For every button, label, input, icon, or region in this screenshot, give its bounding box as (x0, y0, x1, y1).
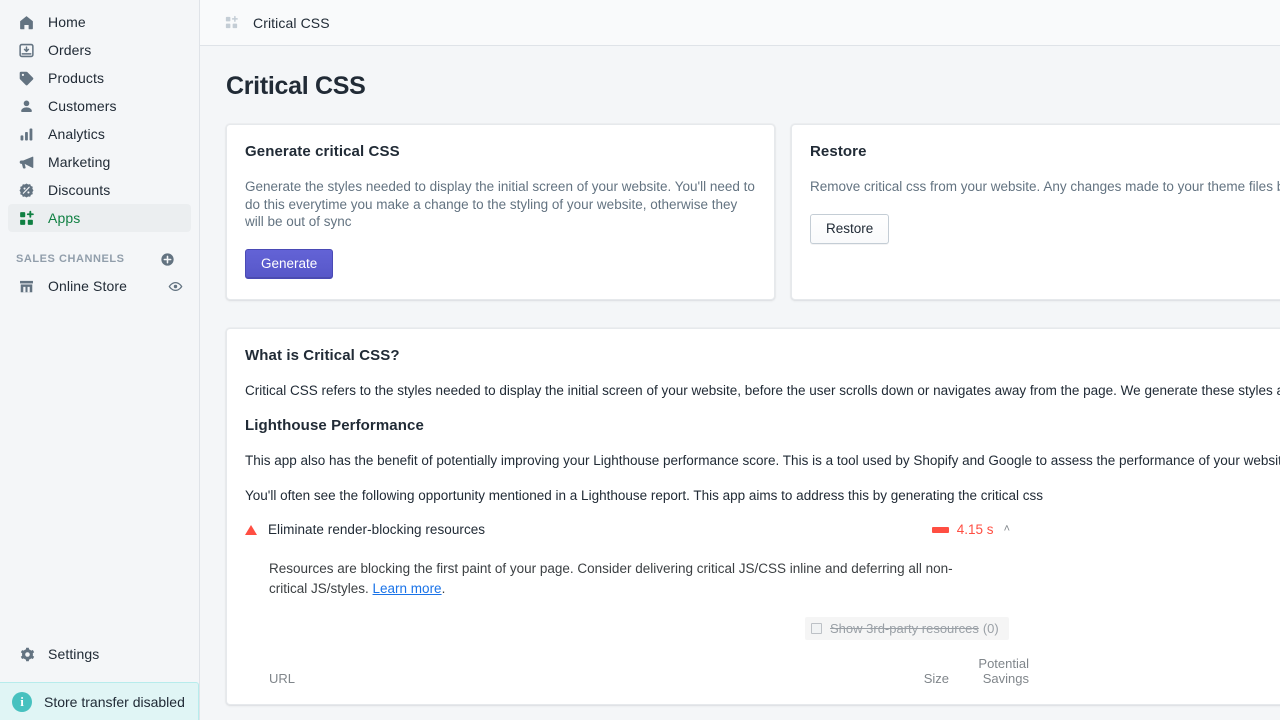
column-header-line2: Savings (949, 671, 1029, 686)
main-area: Critical CSS Critical CSS Generate criti… (200, 0, 1280, 720)
column-header-potential-savings: Potential Savings (949, 656, 1029, 686)
lighthouse-audit-block: Eliminate render-blocking resources 4.15… (245, 522, 1280, 686)
card-title: Restore (810, 143, 1280, 160)
sidebar-item-label: Orders (48, 40, 91, 60)
sidebar-item-label: Products (48, 68, 104, 88)
home-icon (16, 12, 36, 32)
info-icon: i (12, 692, 32, 712)
audit-title: Eliminate render-blocking resources (268, 522, 932, 537)
banner-label: Store transfer disabled (44, 694, 185, 710)
marketing-megaphone-icon (16, 152, 36, 172)
customers-person-icon (16, 96, 36, 116)
audit-table-header: URL Size Potential Savings (269, 656, 1029, 686)
card-title: Generate critical CSS (245, 143, 756, 160)
topbar: Critical CSS (200, 0, 1280, 46)
gear-icon (16, 644, 36, 664)
column-header-size: Size (879, 671, 949, 686)
orders-icon (16, 40, 36, 60)
show-3rd-party-resources-toggle[interactable]: Show 3rd-party resources (0) (805, 617, 1009, 640)
audit-description-text: Resources are blocking the first paint o… (269, 561, 953, 596)
sidebar-item-label: Analytics (48, 124, 105, 144)
sidebar: Home Orders Products Customers (0, 0, 200, 720)
restore-button[interactable]: Restore (810, 214, 889, 244)
sidebar-item-marketing[interactable]: Marketing (8, 148, 191, 176)
apps-grid-icon (224, 15, 239, 30)
topbar-title: Critical CSS (253, 15, 330, 31)
restore-description-lead: Remove critical css from your website. A… (810, 179, 1280, 194)
card-description: Remove critical css from your website. A… (810, 178, 1280, 196)
sidebar-item-label: Home (48, 12, 86, 32)
restore-card: Restore Remove critical css from your we… (791, 124, 1280, 300)
sidebar-item-apps[interactable]: Apps (8, 204, 191, 232)
sidebar-item-label: Apps (48, 208, 80, 228)
section-heading-lighthouse: Lighthouse Performance (245, 417, 1280, 434)
section-heading-what-is: What is Critical CSS? (245, 347, 1280, 364)
what-is-paragraph: Critical CSS refers to the styles needed… (245, 382, 1280, 399)
checkbox-icon[interactable] (811, 623, 822, 634)
lighthouse-paragraph: This app also has the benefit of potenti… (245, 452, 1280, 469)
analytics-bars-icon (16, 124, 36, 144)
page-content: Critical CSS Generate critical CSS Gener… (200, 46, 1280, 720)
sales-channels-title: SALES CHANNELS (16, 253, 125, 265)
chevron-up-icon[interactable]: ˄ (1004, 524, 1010, 535)
audit-header[interactable]: Eliminate render-blocking resources 4.15… (245, 522, 1010, 537)
sidebar-item-analytics[interactable]: Analytics (8, 120, 191, 148)
sidebar-item-orders[interactable]: Orders (8, 36, 191, 64)
sidebar-item-label: Customers (48, 96, 117, 116)
sidebar-item-settings[interactable]: Settings (8, 640, 191, 668)
what-is-critical-css-card: What is Critical CSS? Critical CSS refer… (226, 328, 1280, 706)
column-header-line1: Potential (949, 656, 1029, 671)
discounts-percent-icon (16, 180, 36, 200)
audit-description-tail: . (442, 581, 446, 596)
plus-circle-icon[interactable] (160, 252, 175, 267)
page-title: Critical CSS (226, 72, 1280, 101)
sidebar-item-label: Marketing (48, 152, 110, 172)
sales-channels-header: SALES CHANNELS (8, 246, 191, 272)
cards-row: Generate critical CSS Generate the style… (226, 124, 1280, 300)
audit-metric-value: 4.15 s (957, 522, 994, 537)
storefront-icon (16, 276, 36, 296)
sidebar-item-label: Online Store (48, 276, 127, 296)
products-tag-icon (16, 68, 36, 88)
sidebar-item-home[interactable]: Home (8, 8, 191, 36)
severity-dash-icon (932, 527, 949, 533)
sidebar-item-discounts[interactable]: Discounts (8, 176, 191, 204)
sidebar-item-online-store[interactable]: Online Store (8, 272, 191, 300)
generate-button[interactable]: Generate (245, 249, 333, 279)
audit-metric: 4.15 s ˄ (932, 522, 1010, 537)
sidebar-item-label: Settings (48, 644, 99, 664)
sidebar-item-label: Discounts (48, 180, 110, 200)
eye-icon[interactable] (168, 279, 183, 294)
lighthouse-paragraph-lead: This app also has the benefit of potenti… (245, 453, 1280, 468)
column-header-url: URL (269, 671, 879, 686)
sidebar-item-customers[interactable]: Customers (8, 92, 191, 120)
card-description: Generate the styles needed to display th… (245, 178, 756, 231)
app-root: Home Orders Products Customers (0, 0, 1280, 720)
opportunity-paragraph: You'll often see the following opportuni… (245, 487, 1280, 504)
sidebar-nav: Home Orders Products Customers (0, 0, 199, 300)
show-3rd-party-label: Show 3rd-party resources (830, 621, 979, 636)
store-transfer-banner[interactable]: i Store transfer disabled (0, 682, 199, 720)
sidebar-item-products[interactable]: Products (8, 64, 191, 92)
sidebar-spacer (0, 232, 199, 246)
audit-description: Resources are blocking the first paint o… (269, 559, 969, 599)
show-3rd-party-count: (0) (983, 621, 999, 636)
generate-critical-css-card: Generate critical CSS Generate the style… (226, 124, 775, 300)
sidebar-bottom: Settings i Store transfer disabled (0, 640, 199, 720)
apps-grid-icon (16, 208, 36, 228)
warning-triangle-icon (245, 525, 257, 535)
learn-more-link[interactable]: Learn more (373, 581, 442, 596)
